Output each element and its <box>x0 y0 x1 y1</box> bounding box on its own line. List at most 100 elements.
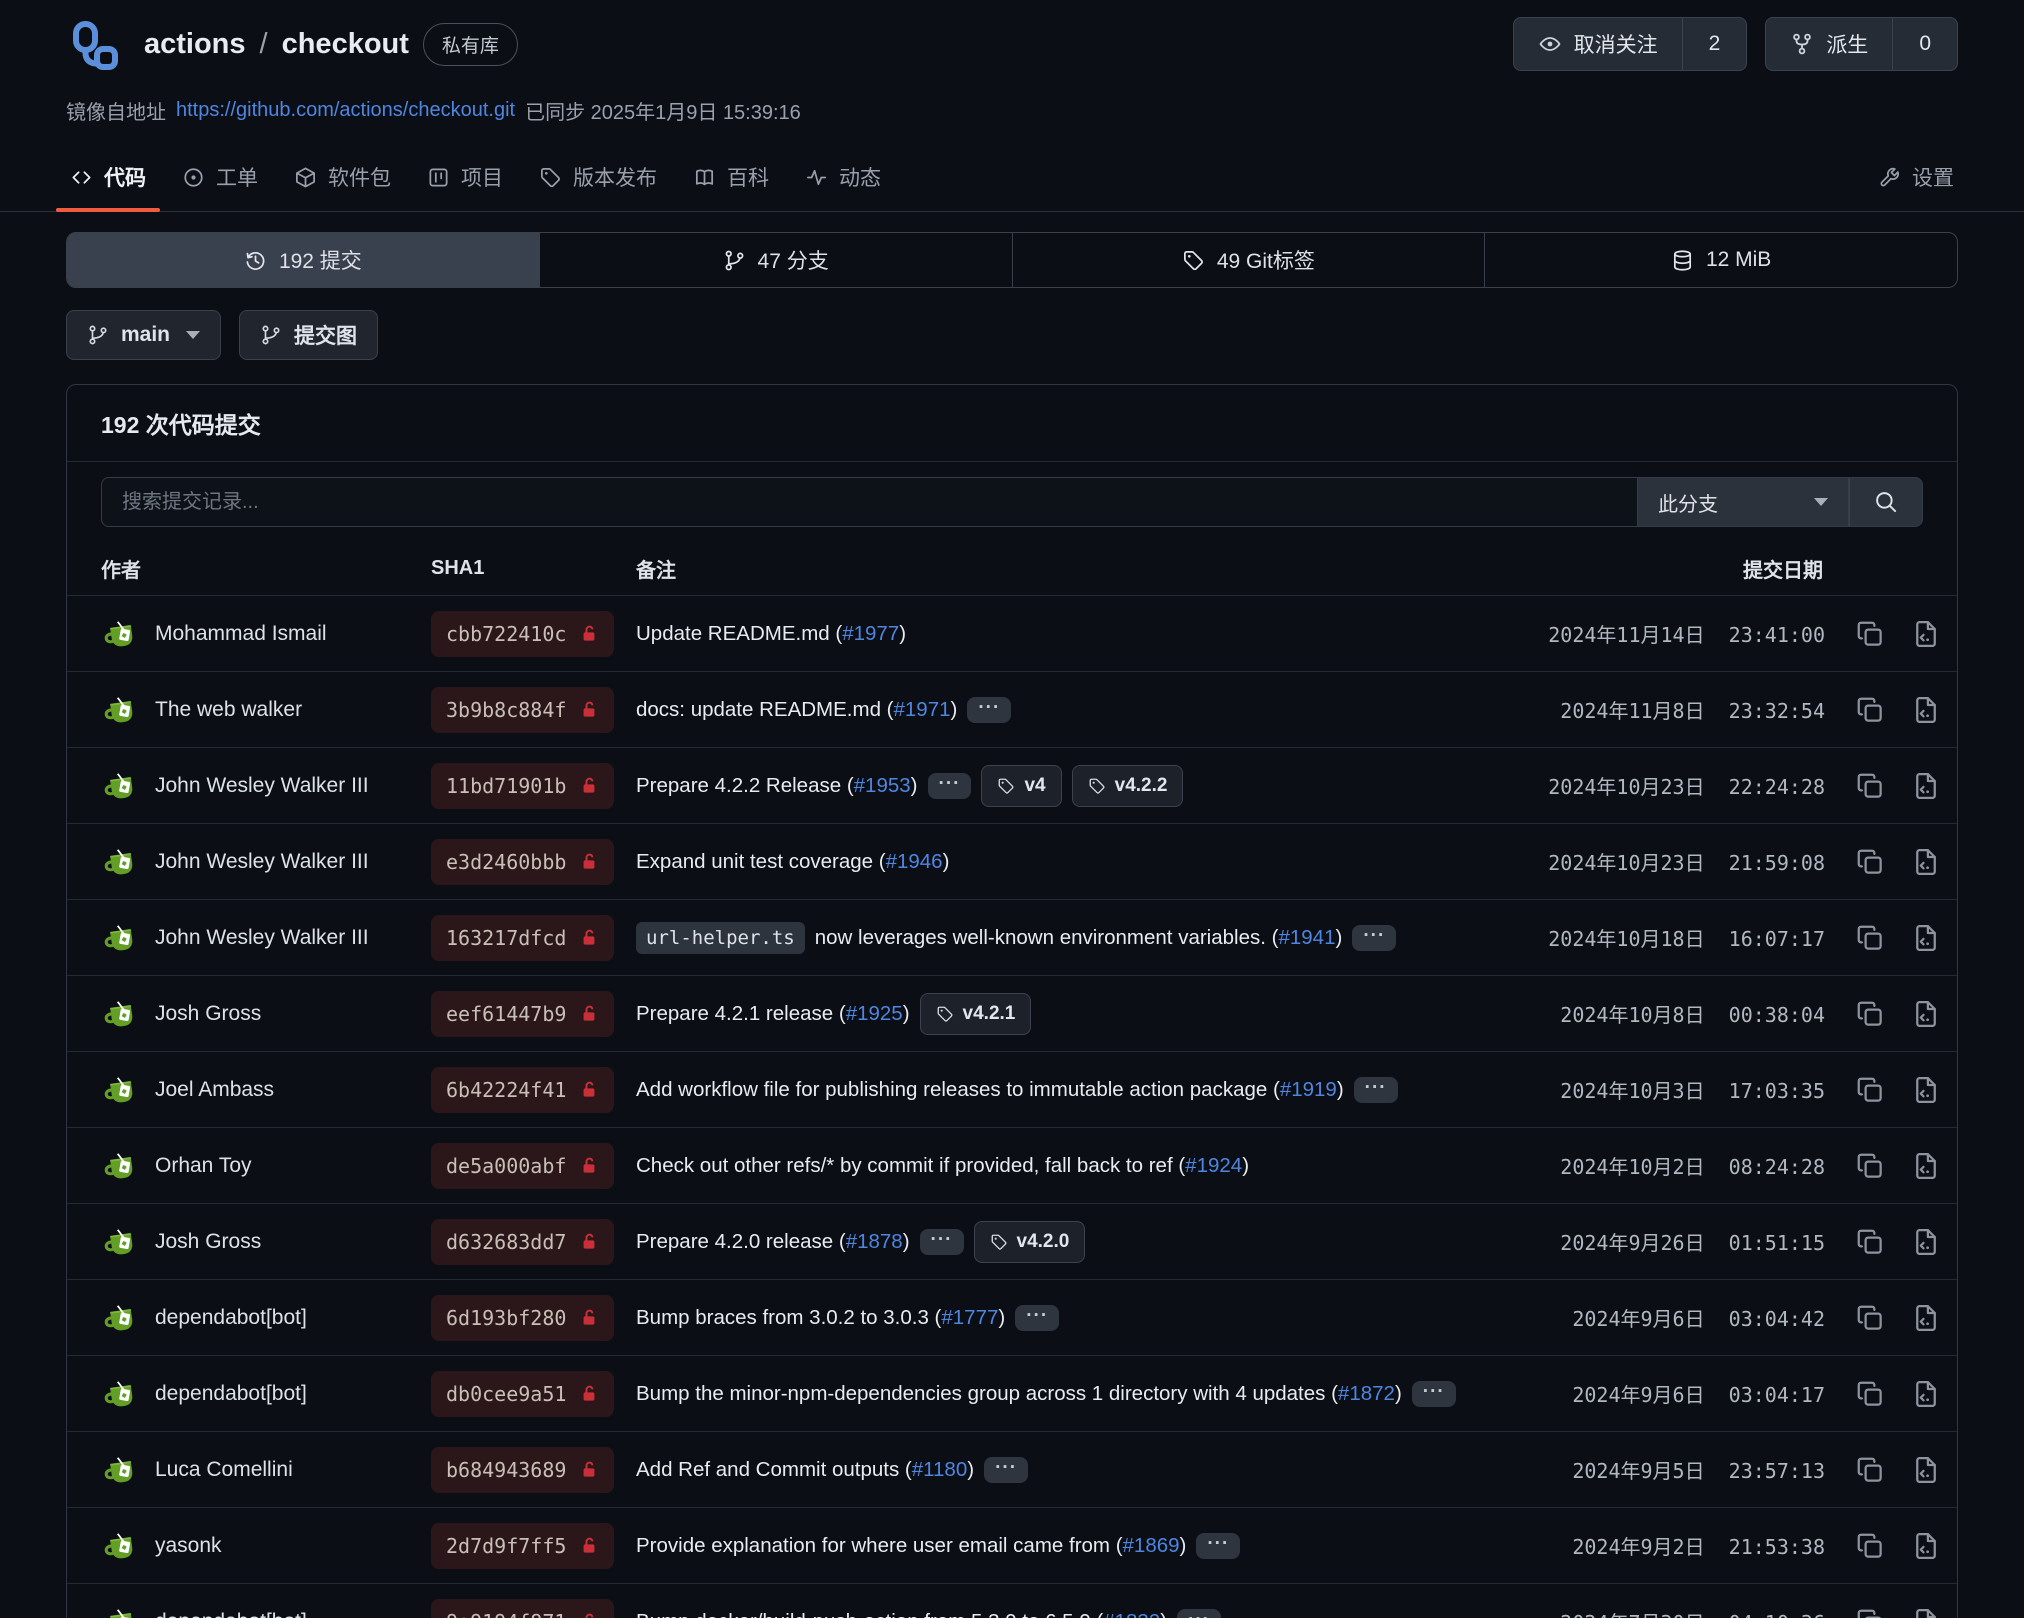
commit-pr-link[interactable]: #1977 <box>842 622 899 645</box>
commit-pr-link[interactable]: #1832 <box>1103 1610 1160 1618</box>
commit-ellipsis-button[interactable]: ··· <box>1352 925 1396 951</box>
commit-tag-chip[interactable]: v4.2.2 <box>1072 765 1184 807</box>
commit-ellipsis-button[interactable]: ··· <box>1177 1609 1221 1618</box>
browse-source-icon[interactable] <box>1911 1531 1941 1561</box>
commit-sha-badge[interactable]: 2d7d9f7ff5 <box>431 1523 614 1569</box>
commit-pr-link[interactable]: #1946 <box>886 850 943 873</box>
commit-pr-link[interactable]: #1919 <box>1280 1078 1337 1101</box>
stat-commits[interactable]: 192 提交 <box>67 233 539 287</box>
tab-settings[interactable]: 设置 <box>1860 147 1972 211</box>
copy-sha-icon[interactable] <box>1855 1607 1885 1618</box>
repo-name-link[interactable]: checkout <box>282 28 409 61</box>
copy-sha-icon[interactable] <box>1855 619 1885 649</box>
copy-sha-icon[interactable] <box>1855 1075 1885 1105</box>
copy-sha-icon[interactable] <box>1855 1455 1885 1485</box>
commit-ellipsis-button[interactable]: ··· <box>984 1457 1028 1483</box>
commit-pr-link[interactable]: #1925 <box>846 1002 903 1025</box>
commit-pr-link[interactable]: #1869 <box>1123 1534 1180 1557</box>
browse-source-icon[interactable] <box>1911 771 1941 801</box>
tab-issues[interactable]: 工单 <box>164 147 276 211</box>
commit-tag-chip[interactable]: v4.2.1 <box>920 993 1032 1035</box>
branch-selector[interactable]: main <box>66 310 221 360</box>
forks-count[interactable]: 0 <box>1892 18 1957 70</box>
browse-source-icon[interactable] <box>1911 1379 1941 1409</box>
copy-sha-icon[interactable] <box>1855 1303 1885 1333</box>
commit-pr-link[interactable]: #1777 <box>941 1306 998 1329</box>
fork-button[interactable]: 派生 <box>1766 18 1892 70</box>
commit-sha-badge[interactable]: cbb722410c <box>431 611 614 657</box>
mirror-url-link[interactable]: https://github.com/actions/checkout.git <box>176 99 515 122</box>
copy-sha-icon[interactable] <box>1855 1531 1885 1561</box>
browse-source-icon[interactable] <box>1911 1607 1941 1618</box>
browse-source-icon[interactable] <box>1911 1151 1941 1181</box>
commit-sha: 163217dfcd <box>446 926 566 950</box>
commit-ellipsis-button[interactable]: ··· <box>1354 1077 1398 1103</box>
commit-ellipsis-button[interactable]: ··· <box>1412 1381 1456 1407</box>
commit-sha-cell: db0cee9a51 <box>431 1371 636 1417</box>
browse-source-icon[interactable] <box>1911 1075 1941 1105</box>
commit-sha-badge[interactable]: d632683dd7 <box>431 1219 614 1265</box>
copy-sha-icon[interactable] <box>1855 771 1885 801</box>
repo-owner-link[interactable]: actions <box>144 28 246 61</box>
tab-code[interactable]: 代码 <box>52 147 164 211</box>
commit-pr-link[interactable]: #1872 <box>1338 1382 1395 1405</box>
search-scope-dropdown[interactable]: 此分支 <box>1637 477 1849 527</box>
commit-sha-badge[interactable]: 11bd71901b <box>431 763 614 809</box>
commit-pr-link[interactable]: #1180 <box>912 1458 967 1481</box>
browse-source-icon[interactable] <box>1911 1227 1941 1257</box>
commit-sha-badge[interactable]: e3d2460bbb <box>431 839 614 885</box>
browse-source-icon[interactable] <box>1911 619 1941 649</box>
search-button[interactable] <box>1849 477 1923 527</box>
copy-sha-icon[interactable] <box>1855 847 1885 877</box>
browse-source-icon[interactable] <box>1911 923 1941 953</box>
project-icon <box>427 166 450 189</box>
copy-sha-icon[interactable] <box>1855 923 1885 953</box>
commit-sha-badge[interactable]: 6d193bf280 <box>431 1295 614 1341</box>
commit-ellipsis-button[interactable]: ··· <box>1015 1305 1059 1331</box>
commit-sha-badge[interactable]: db0cee9a51 <box>431 1371 614 1417</box>
commit-sha-badge[interactable]: b684943689 <box>431 1447 614 1493</box>
commit-sha-badge[interactable]: 6b42224f41 <box>431 1067 614 1113</box>
commit-sha-badge[interactable]: 9a9194f871 <box>431 1599 614 1618</box>
commit-pr-link[interactable]: #1924 <box>1185 1154 1242 1177</box>
commit-tag-chip[interactable]: v4 <box>981 765 1061 807</box>
browse-source-icon[interactable] <box>1911 1455 1941 1485</box>
stat-tags[interactable]: 49 Git标签 <box>1012 233 1485 287</box>
tab-packages[interactable]: 软件包 <box>276 147 409 211</box>
stat-branches[interactable]: 47 分支 <box>539 233 1012 287</box>
copy-sha-icon[interactable] <box>1855 1227 1885 1257</box>
search-input[interactable] <box>101 477 1637 527</box>
copy-sha-icon[interactable] <box>1855 695 1885 725</box>
tab-releases[interactable]: 版本发布 <box>521 147 675 211</box>
tab-activity[interactable]: 动态 <box>787 147 899 211</box>
browse-source-icon[interactable] <box>1911 999 1941 1029</box>
commit-pr-link[interactable]: #1941 <box>1278 926 1335 949</box>
commit-pr-link[interactable]: #1971 <box>894 698 951 721</box>
watchers-count[interactable]: 2 <box>1682 18 1747 70</box>
tab-wiki[interactable]: 百科 <box>675 147 787 211</box>
commit-sha-badge[interactable]: 3b9b8c884f <box>431 687 614 733</box>
commit-sha-cell: 2d7d9f7ff5 <box>431 1523 636 1569</box>
commit-ellipsis-button[interactable]: ··· <box>920 1229 964 1255</box>
commit-sha-badge[interactable]: de5a000abf <box>431 1143 614 1189</box>
commit-pr-link[interactable]: #1953 <box>854 774 911 797</box>
commit-datetime: 2024年10月18日 16:07:17 <box>1548 923 1825 952</box>
commit-sha-badge[interactable]: 163217dfcd <box>431 915 614 961</box>
commit-ellipsis-button[interactable]: ··· <box>967 697 1011 723</box>
unwatch-button[interactable]: 取消关注 <box>1514 18 1682 70</box>
commit-sha-badge[interactable]: eef61447b9 <box>431 991 614 1037</box>
commit-ellipsis-button[interactable]: ··· <box>1196 1533 1240 1559</box>
copy-sha-icon[interactable] <box>1855 1379 1885 1409</box>
commit-graph-button[interactable]: 提交图 <box>239 310 378 360</box>
tab-projects[interactable]: 项目 <box>409 147 521 211</box>
stat-size[interactable]: 12 MiB <box>1484 233 1957 287</box>
commit-ellipsis-button[interactable]: ··· <box>928 773 972 799</box>
browse-source-icon[interactable] <box>1911 695 1941 725</box>
copy-sha-icon[interactable] <box>1855 999 1885 1029</box>
browse-source-icon[interactable] <box>1911 847 1941 877</box>
site-logo-icon[interactable] <box>66 16 122 72</box>
commit-tag-chip[interactable]: v4.2.0 <box>974 1221 1086 1263</box>
commit-pr-link[interactable]: #1878 <box>846 1230 903 1253</box>
copy-sha-icon[interactable] <box>1855 1151 1885 1181</box>
browse-source-icon[interactable] <box>1911 1303 1941 1333</box>
